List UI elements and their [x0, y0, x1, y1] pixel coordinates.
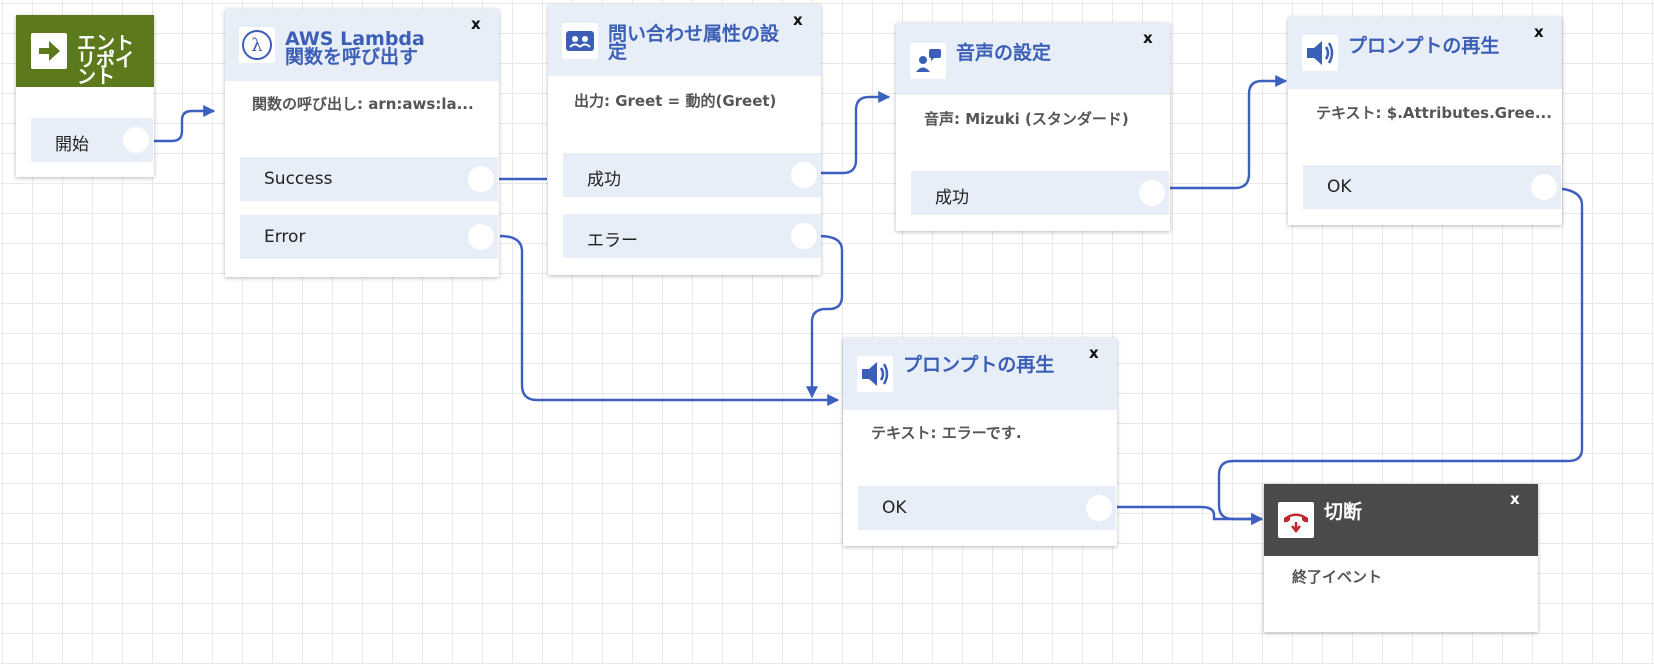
output-port[interactable]	[468, 224, 494, 250]
prompt1-description: テキスト: $.Attributes.Gree...	[1316, 104, 1552, 122]
contact-attributes-icon	[562, 23, 598, 59]
output-port[interactable]	[1531, 174, 1557, 200]
close-button[interactable]: x	[1534, 23, 1544, 41]
play-prompt-block-1[interactable]: プロンプトの再生 x テキスト: $.Attributes.Gree... OK	[1288, 17, 1562, 225]
prompt2-description: テキスト: エラーです.	[871, 424, 1022, 442]
voice-description: 音声: Mizuki (スタンダード)	[924, 110, 1129, 128]
connector-setattr-success-to-voice	[818, 91, 891, 175]
lambda-block[interactable]: λ AWS Lambda 関数を呼び出す x 関数の呼び出し: arn:aws:…	[225, 9, 499, 277]
branch-start[interactable]: 開始	[31, 118, 153, 162]
speaker-icon	[1302, 35, 1338, 71]
voice-settings-icon	[910, 43, 946, 79]
hang-up-phone-icon	[1278, 502, 1314, 538]
branch-label: 成功	[587, 170, 621, 190]
output-port[interactable]	[468, 166, 494, 192]
disconnect-block[interactable]: 切断 x 終了イベント	[1264, 484, 1538, 632]
lambda-title: AWS Lambda 関数を呼び出す	[285, 28, 425, 68]
branch-ok[interactable]: OK	[858, 486, 1116, 530]
connector-voice-success-to-prompt1	[1165, 75, 1288, 190]
setattr-description: 出力: Greet = 動的(Greet)	[574, 92, 777, 110]
close-button[interactable]: x	[793, 11, 803, 29]
branch-label: エラー	[587, 231, 638, 251]
set-voice-block[interactable]: 音声の設定 x 音声: Mizuki (スタンダード) 成功	[896, 23, 1170, 231]
entry-title: エント リポイ ント	[77, 35, 135, 85]
output-port[interactable]	[791, 223, 817, 249]
branch-label: OK	[1327, 177, 1352, 197]
connector-prompt2-ok-to-disconnect	[1115, 505, 1264, 525]
voice-title: 音声の設定	[956, 42, 1052, 64]
entry-point-block[interactable]: エント リポイ ント 開始	[16, 15, 154, 177]
branch-success[interactable]: 成功	[911, 171, 1169, 215]
svg-text:λ: λ	[251, 35, 262, 56]
close-button[interactable]: x	[1510, 490, 1520, 508]
close-button[interactable]: x	[1089, 344, 1099, 362]
play-prompt-block-2[interactable]: プロンプトの再生 x テキスト: エラーです. OK	[843, 338, 1117, 546]
branch-error[interactable]: Error	[240, 215, 498, 259]
prompt1-title: プロンプトの再生	[1348, 35, 1500, 57]
connector-entry-to-lambda	[145, 105, 216, 143]
branch-label: 成功	[935, 188, 969, 208]
disconnect-description: 終了イベント	[1292, 568, 1383, 586]
output-port[interactable]	[123, 127, 149, 153]
connector-prompt1-ok-to-disconnect	[1217, 186, 1584, 525]
branch-error[interactable]: エラー	[563, 214, 821, 258]
branch-label: Success	[264, 169, 333, 189]
lambda-icon: λ	[239, 27, 275, 63]
output-port[interactable]	[1139, 180, 1165, 206]
branch-ok[interactable]: OK	[1303, 165, 1561, 209]
set-attributes-block[interactable]: 問い合わせ属性の設 定 x 出力: Greet = 動的(Greet) 成功 エ…	[548, 5, 821, 275]
output-port[interactable]	[791, 162, 817, 188]
output-port[interactable]	[1086, 495, 1112, 521]
close-button[interactable]: x	[471, 15, 481, 33]
prompt2-title: プロンプトの再生	[903, 354, 1055, 376]
speaker-icon	[857, 356, 893, 392]
branch-label: Error	[264, 227, 306, 247]
branch-label: OK	[882, 498, 907, 518]
flow-canvas[interactable]: エント リポイ ント 開始 λ AWS Lambda 関数を呼び出す x 関数の…	[0, 0, 1654, 664]
setattr-title: 問い合わせ属性の設 定	[608, 23, 780, 63]
branch-success[interactable]: 成功	[563, 153, 821, 197]
disconnect-title: 切断	[1324, 501, 1363, 523]
lambda-description: 関数の呼び出し: arn:aws:la...	[252, 95, 474, 113]
close-button[interactable]: x	[1143, 29, 1153, 47]
arrow-right-icon	[31, 33, 67, 69]
branch-success[interactable]: Success	[240, 157, 498, 201]
branch-label: 開始	[55, 135, 89, 155]
